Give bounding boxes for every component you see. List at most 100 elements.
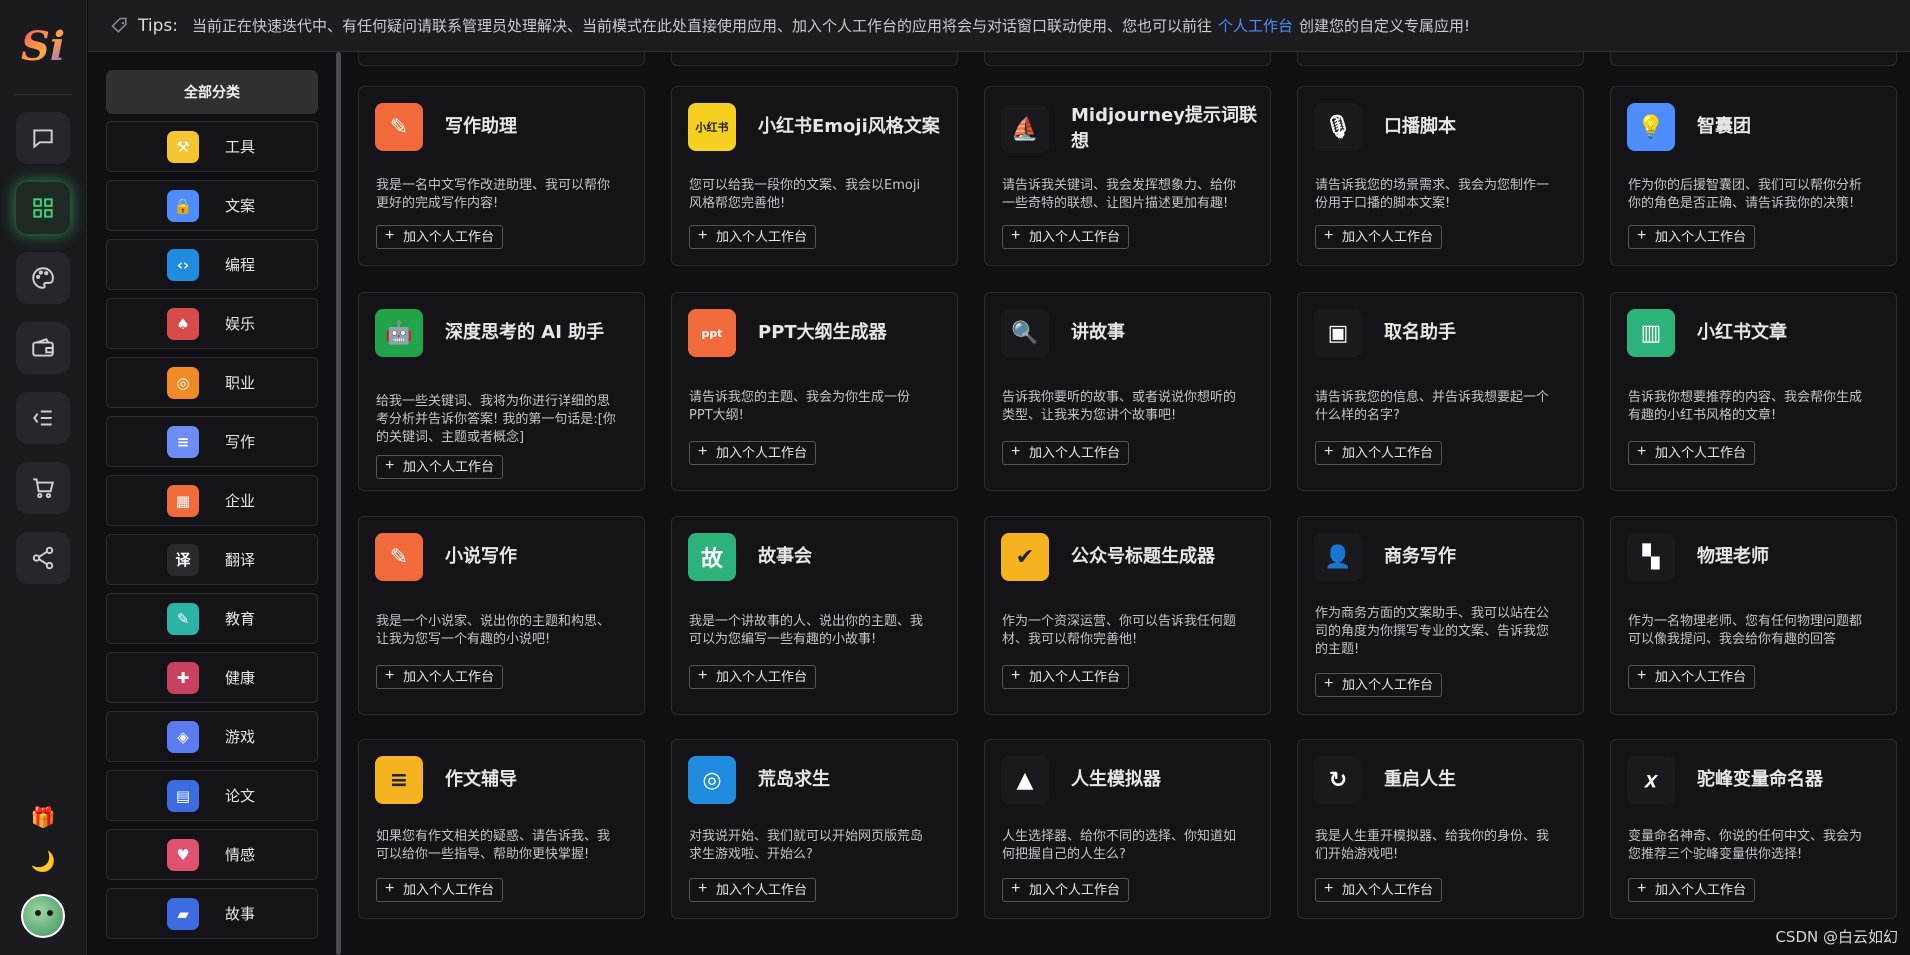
moon-icon[interactable]: 🌙 — [28, 846, 58, 876]
xiaohongshu-icon: 小红书 — [688, 103, 736, 151]
category-item[interactable]: ▰ 故事 — [106, 888, 318, 939]
card-title: 小红书文章 — [1697, 322, 1787, 343]
add-to-workspace-button[interactable]: 加入个人工作台 — [1002, 225, 1130, 249]
add-to-workspace-button[interactable]: 加入个人工作台 — [376, 455, 504, 479]
card-header: 𝑥 驼峰变量命名器 — [1627, 756, 1884, 804]
category-item[interactable]: ‹› 编程 — [106, 239, 318, 290]
app-card[interactable]: ✔ 公众号标题生成器作为一个资深运营、你可以告诉我任何题材、我可以帮你完善他! 加入… — [984, 516, 1271, 715]
category-item[interactable]: ▤ 论文 — [106, 770, 318, 821]
app-card[interactable]: 𝑥 驼峰变量命名器 变量命名神奇、你说的任何中文、我会为您推荐三个驼峰变量供你选择!… — [1610, 739, 1897, 919]
add-to-workspace-button[interactable]: 加入个人工作台 — [689, 878, 817, 902]
notebook-icon: ▥ — [1627, 309, 1675, 357]
add-to-workspace-button[interactable]: 加入个人工作台 — [1002, 665, 1130, 689]
lifebuoy-icon: ◎ — [688, 756, 736, 804]
card-title: 公众号标题生成器 — [1071, 546, 1215, 567]
app-logo[interactable]: Si — [14, 20, 72, 72]
add-to-workspace-button[interactable]: 加入个人工作台 — [689, 441, 817, 465]
card-description: 告诉我你要听的故事、或者说说你想听的类型、让我来为您讲个故事吧! — [1002, 390, 1237, 423]
app-card[interactable]: ⛵ Midjourney提示词联想 请告诉我关键词、我会发挥想象力、给你一些奇特的联… — [984, 86, 1271, 266]
add-to-workspace-button[interactable]: 加入个人工作台 — [1628, 441, 1756, 465]
app-card[interactable]: 🤖 深度思考的 AI 助手 给我一些关键词、我将为你进行详细的思考分析并告诉你答案!… — [358, 292, 645, 491]
category-scrollbar[interactable] — [336, 52, 341, 955]
card-title: 驼峰变量命名器 — [1697, 769, 1823, 790]
logo-text: Si — [20, 22, 66, 70]
tag-icon — [111, 17, 127, 33]
add-to-workspace-button[interactable]: 加入个人工作台 — [376, 878, 504, 902]
app-card[interactable]: 故 故事会我是一个讲故事的人、说出你的主题、我可以为您编写一些有趣的小故事! 加入个… — [671, 516, 958, 715]
card-description: 请告诉我您的主题、我会为你生成一份PPT大纲! — [689, 390, 911, 423]
category-item[interactable]: ⚒ 工具 — [106, 121, 318, 172]
card-description: 请告诉我您的信息、并告诉我想要起一个什么样的名字? — [1315, 390, 1550, 423]
add-to-workspace-button[interactable]: 加入个人工作台 — [689, 665, 817, 689]
category-item[interactable]: ✎ 教育 — [106, 593, 318, 644]
app-card[interactable]: ▚ 物理老师作为一名物理老师、您有任何物理问题都可以像我提问、我会给你有趣的回答加… — [1610, 516, 1897, 715]
card-title: 荒岛求生 — [758, 769, 830, 790]
add-to-workspace-button[interactable]: 加入个人工作台 — [1628, 878, 1756, 902]
app-card[interactable]: ▲ 人生模拟器人生选择器、给你不同的选择、你知道如何把握自己的人生么? 加入个人工作… — [984, 739, 1271, 919]
verified-badge-icon: ✔ — [1001, 533, 1049, 581]
add-to-workspace-button[interactable]: 加入个人工作台 — [1315, 673, 1443, 697]
ppt-icon: ppt — [688, 309, 736, 357]
share-icon[interactable] — [16, 532, 70, 584]
category-item[interactable]: ◈ 游戏 — [106, 711, 318, 762]
category-item[interactable]: ♥ 情感 — [106, 829, 318, 880]
personal-workspace-link[interactable]: 个人工作台 — [1218, 15, 1293, 36]
app-card[interactable]: 👤 商务写作 作为商务方面的文案助手、我可以站在公司的角度为你撰写专业的文案、告诉我… — [1297, 516, 1584, 715]
add-to-workspace-button[interactable]: 加入个人工作台 — [1315, 441, 1443, 465]
app-card[interactable]: 🎙 口播脚本请告诉我您的场景需求、我会为您制作一份用于口播的脚本文案! 加入个人工作… — [1297, 86, 1584, 266]
app-card[interactable]: ✎ 写作助理我是一名中文写作改进助理、我可以帮你更好的完成写作内容! 加入个人工作台 — [358, 86, 645, 266]
app-card[interactable]: ✎ 小说写作我是一个小说家、说出你的主题和构思、让我为您写一个有趣的小说吧! 加入个… — [358, 516, 645, 715]
category-item[interactable]: 译 翻译 — [106, 534, 318, 585]
pen-icon: ✎ — [375, 103, 423, 151]
card-title: 写作助理 — [445, 116, 517, 137]
app-card[interactable]: ◎ 荒岛求生对我说开始、我们就可以开始网页版荒岛求生游戏啦、开始么? 加入个人工作台 — [671, 739, 958, 919]
category-label: 工具 — [225, 138, 256, 156]
category-item[interactable]: 🔒 文案 — [106, 180, 318, 231]
add-to-workspace-button[interactable]: 加入个人工作台 — [1628, 225, 1756, 249]
menu-list-icon[interactable] — [16, 392, 70, 444]
app-card[interactable]: ▣ 取名助手请告诉我您的信息、并告诉我想要起一个什么样的名字? 加入个人工作台 — [1297, 292, 1584, 491]
code-icon: ‹› — [167, 248, 199, 281]
app-card[interactable]: 小红书 小红书Emoji风格文案 您可以给我一段你的文案、我会以Emoji风格帮您完… — [671, 86, 958, 266]
card-description: 告诉我你想要推荐的内容、我会帮你生成有趣的小红书风格的文章! — [1628, 390, 1863, 423]
card-description: 我是人生重开模拟器、给我你的身份、我们开始游戏吧! — [1315, 829, 1550, 862]
card-title: 小说写作 — [445, 546, 517, 567]
category-item[interactable]: ◎ 职业 — [106, 357, 318, 408]
grid-icon[interactable] — [16, 182, 70, 234]
gift-icon[interactable]: 🎁 — [28, 802, 58, 832]
add-to-workspace-button[interactable]: 加入个人工作台 — [1315, 225, 1443, 249]
add-to-workspace-button[interactable]: 加入个人工作台 — [376, 665, 504, 689]
category-label: 故事 — [225, 905, 256, 923]
category-label: 写作 — [225, 433, 256, 451]
app-card[interactable]: 🔍 讲故事告诉我你要听的故事、或者说说你想听的类型、让我来为您讲个故事吧! 加入个人… — [984, 292, 1271, 491]
app-card[interactable]: 💡 智囊团 作为你的后援智囊团、我们可以帮你分析你的角色是否正确、请告诉我你的决策!… — [1610, 86, 1897, 266]
palette-icon[interactable] — [16, 252, 70, 304]
card-title: Midjourney提示词联想 — [1071, 105, 1257, 152]
translate-icon: 译 — [167, 543, 199, 576]
category-all[interactable]: 全部分类 — [106, 70, 318, 114]
add-to-workspace-button[interactable]: 加入个人工作台 — [376, 225, 504, 249]
card-header: ✔ 公众号标题生成器 — [1001, 533, 1258, 581]
user-avatar[interactable] — [21, 894, 65, 938]
chat-icon[interactable] — [16, 112, 70, 164]
add-to-workspace-button[interactable]: 加入个人工作台 — [1315, 878, 1443, 902]
app-card[interactable]: ▥ 小红书文章告诉我你想要推荐的内容、我会帮你生成有趣的小红书风格的文章! 加入个人… — [1610, 292, 1897, 491]
lighthouse-icon: ▲ — [1001, 756, 1049, 804]
category-item[interactable]: ▦ 企业 — [106, 475, 318, 526]
app-card-grid: ✎ 写作助理我是一名中文写作改进助理、我可以帮你更好的完成写作内容! 加入个人工作台… — [358, 52, 1898, 955]
app-card[interactable]: ↻ 重启人生我是人生重开模拟器、给我你的身份、我们开始游戏吧! 加入个人工作台 — [1297, 739, 1584, 919]
add-to-workspace-button[interactable]: 加入个人工作台 — [689, 225, 817, 249]
health-icon: ✚ — [167, 661, 199, 694]
card-description: 请告诉我关键词、我会发挥想象力、给你一些奇特的联想、让图片描述更加有趣! — [1002, 178, 1237, 211]
category-item[interactable]: ≡ 写作 — [106, 416, 318, 467]
app-card[interactable]: ≡ 作文辅导 如果您有作文相关的疑惑、请告诉我、我可以给你一些指导、帮助你更快掌握!… — [358, 739, 645, 919]
cart-icon[interactable] — [16, 462, 70, 514]
category-item[interactable]: ♠ 娱乐 — [106, 298, 318, 349]
add-to-workspace-button[interactable]: 加入个人工作台 — [1002, 441, 1130, 465]
tips-text: 当前正在快速迭代中、有任何疑问请联系管理员处理解决、当前模式在此处直接使用应用、… — [191, 17, 1212, 35]
wallet-icon[interactable] — [16, 322, 70, 374]
add-to-workspace-button[interactable]: 加入个人工作台 — [1002, 878, 1130, 902]
app-card[interactable]: ppt PPT大纲生成器请告诉我您的主题、我会为你生成一份PPT大纲! 加入个人工作… — [671, 292, 958, 491]
category-item[interactable]: ✚ 健康 — [106, 652, 318, 703]
add-to-workspace-button[interactable]: 加入个人工作台 — [1628, 665, 1756, 689]
